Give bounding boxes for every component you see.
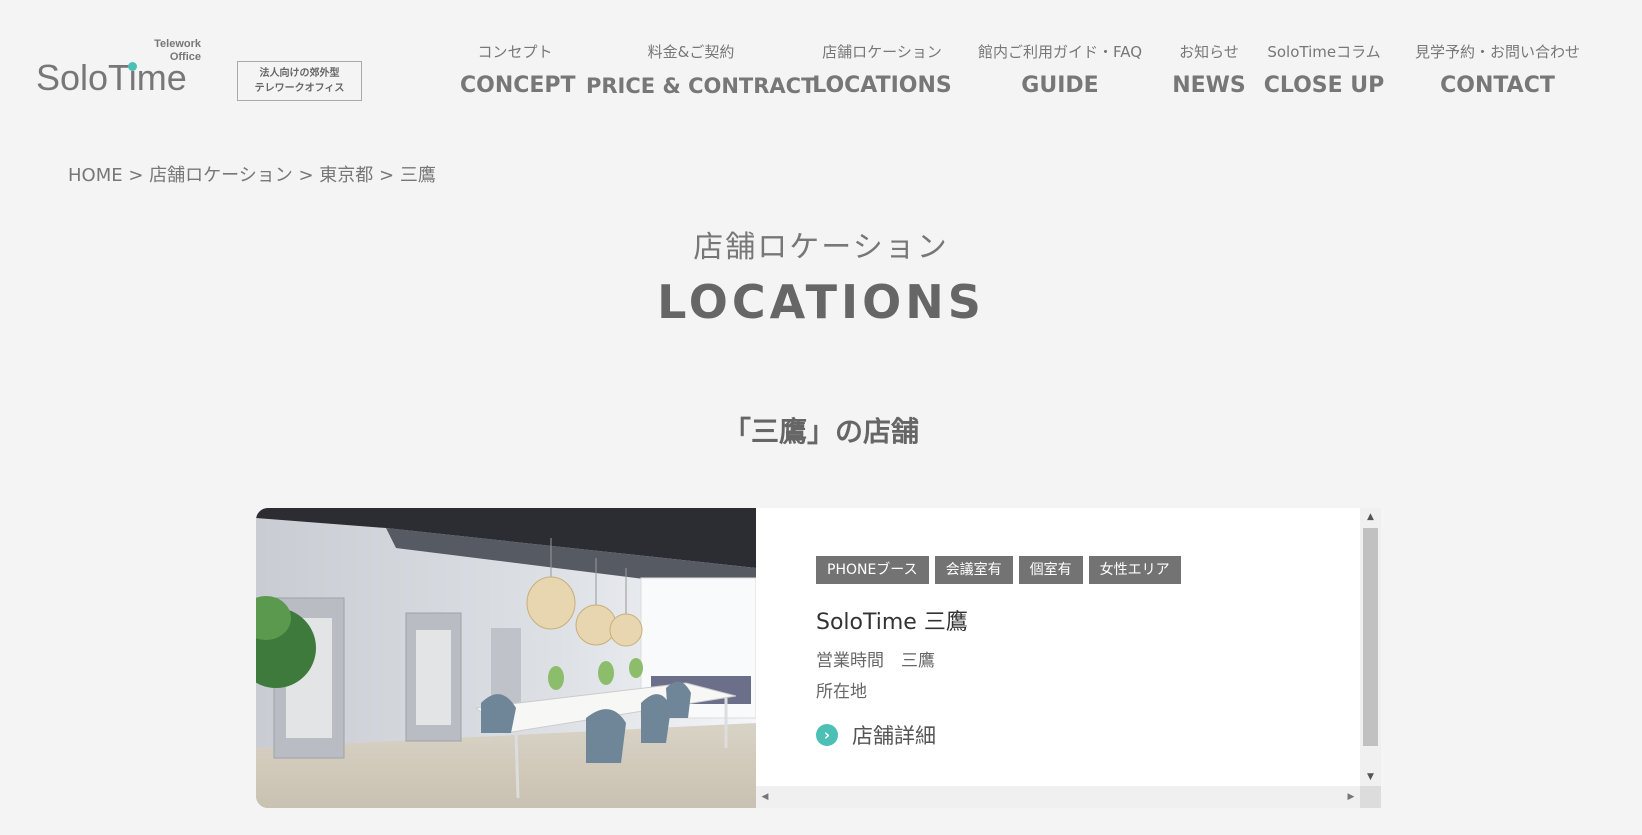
- logo-badge: 法人向けの郊外型 テレワークオフィス: [237, 61, 362, 101]
- store-card: PHONEブース 会議室有 個室有 女性エリア SoloTime 三鷹 営業時間…: [256, 508, 1381, 808]
- store-photo[interactable]: [256, 508, 756, 808]
- nav-closeup[interactable]: SoloTimeコラム CLOSE UP: [1262, 42, 1386, 102]
- section-title-en: LOCATIONS: [657, 275, 985, 329]
- tag-private-room: 個室有: [1018, 556, 1083, 584]
- badge-line-2: テレワークオフィス: [254, 83, 345, 94]
- scroll-up-arrow-icon[interactable]: ▲: [1360, 508, 1381, 526]
- tag-women-area: 女性エリア: [1088, 556, 1181, 584]
- horizontal-scrollbar[interactable]: ◀ ▶: [756, 786, 1360, 808]
- breadcrumb[interactable]: HOME > 店舗ロケーション > 東京都 > 三鷹: [68, 161, 436, 187]
- store-detail-link[interactable]: › 店舗詳細: [816, 720, 1336, 750]
- store-detail-label: 店舗詳細: [852, 724, 936, 748]
- nav-locations-en: LOCATIONS: [812, 73, 952, 98]
- logo[interactable]: Telework Office SoloTime: [36, 38, 201, 102]
- nav-news-en: NEWS: [1172, 73, 1246, 98]
- nav-locations[interactable]: 店舗ロケーション LOCATIONS: [812, 42, 952, 102]
- nav-news-jp: お知らせ: [1179, 43, 1239, 61]
- section-title-jp: 店舗ロケーション: [693, 230, 949, 265]
- store-tags: PHONEブース 会議室有 個室有 女性エリア: [816, 556, 1336, 584]
- nav-guide-en: GUIDE: [1021, 73, 1099, 98]
- nav-closeup-jp: SoloTimeコラム: [1267, 43, 1381, 61]
- tag-phone-booth: PHONEブース: [816, 556, 929, 584]
- logo-dot: [128, 62, 137, 71]
- nav-price[interactable]: 料金&ご契約 PRICE & CONTRACT: [586, 42, 816, 102]
- nav-concept[interactable]: コンセプト CONCEPT: [460, 42, 576, 102]
- scroll-thumb[interactable]: [1363, 528, 1378, 746]
- nav-closeup-en: CLOSE UP: [1263, 73, 1385, 98]
- scroll-left-arrow-icon[interactable]: ◀: [756, 786, 774, 808]
- nav-contact-en: CONTACT: [1440, 73, 1555, 98]
- store-photo-image: [256, 508, 756, 808]
- nav-locations-jp: 店舗ロケーション: [822, 43, 942, 61]
- scrollbar-corner: [1360, 786, 1381, 808]
- badge-line-1: 法人向けの郊外型: [259, 68, 340, 79]
- store-info: PHONEブース 会議室有 個室有 女性エリア SoloTime 三鷹 営業時間…: [816, 556, 1336, 750]
- nav-news[interactable]: お知らせ NEWS: [1166, 42, 1252, 102]
- nav-concept-en: CONCEPT: [460, 73, 576, 98]
- nav-price-en: PRICE & CONTRACT: [586, 74, 816, 98]
- logo-name: SoloTime: [36, 57, 187, 98]
- area-title: 「三鷹」の店舗: [722, 415, 919, 448]
- nav-concept-jp: コンセプト: [477, 43, 553, 61]
- store-hours: 営業時間 三鷹: [816, 651, 935, 671]
- vertical-scrollbar[interactable]: ▲ ▼: [1360, 508, 1381, 786]
- nav-guide[interactable]: 館内ご利用ガイド・FAQ GUIDE: [970, 42, 1150, 102]
- nav-guide-jp: 館内ご利用ガイド・FAQ: [977, 43, 1143, 61]
- tag-meeting-room: 会議室有: [934, 556, 1013, 584]
- store-address: 所在地: [816, 682, 867, 702]
- nav-price-jp: 料金&ご契約: [647, 43, 735, 61]
- nav-contact-jp: 見学予約・お問い合わせ: [1414, 43, 1580, 61]
- nav-contact[interactable]: 見学予約・お問い合わせ CONTACT: [1405, 42, 1590, 102]
- scroll-down-arrow-icon[interactable]: ▼: [1360, 768, 1381, 786]
- chevron-right-icon: ›: [816, 724, 838, 746]
- scroll-right-arrow-icon[interactable]: ▶: [1342, 786, 1360, 808]
- store-name: SoloTime 三鷹: [816, 610, 968, 635]
